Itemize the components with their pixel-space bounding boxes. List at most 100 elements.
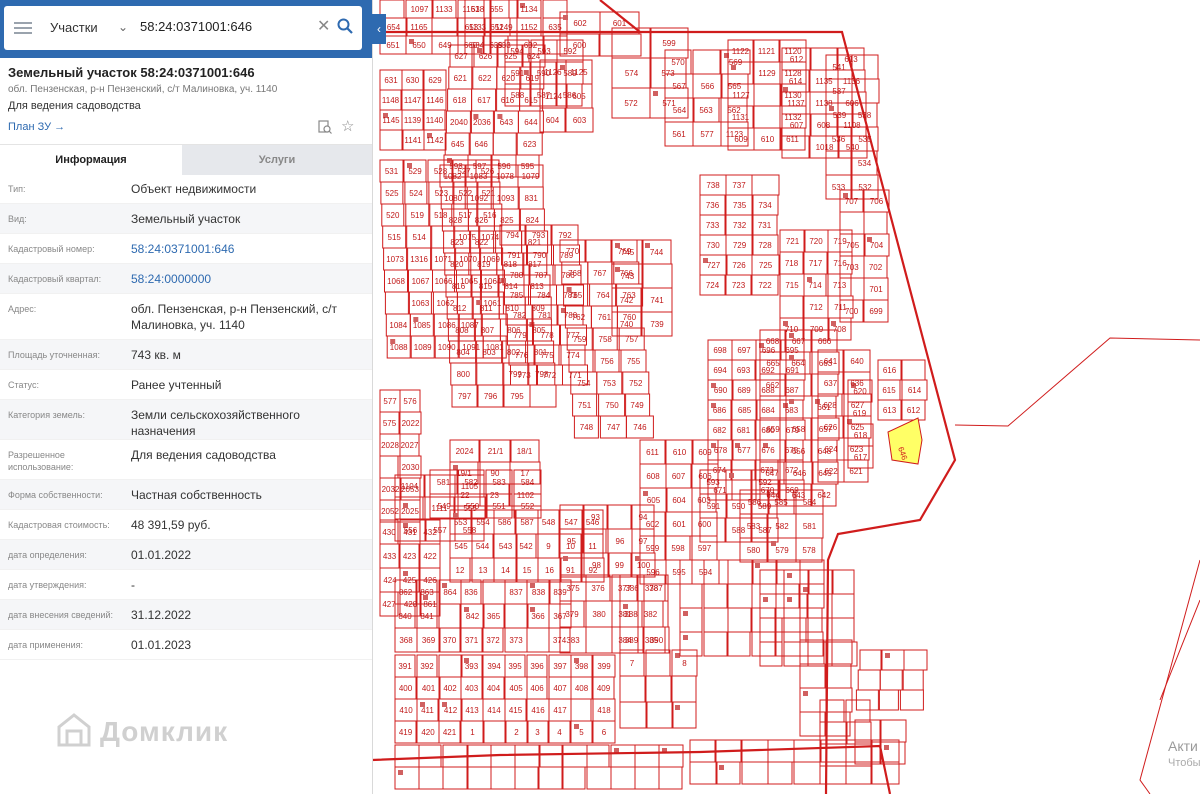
parcel[interactable] [799, 559, 825, 585]
parcel[interactable] [538, 744, 563, 768]
parcel[interactable] [504, 603, 529, 629]
parcel[interactable] [703, 631, 728, 657]
parcel[interactable] [466, 766, 492, 790]
parcel[interactable] [679, 583, 703, 609]
parcel[interactable] [586, 744, 610, 768]
parcel[interactable] [727, 607, 752, 633]
parcel[interactable] [394, 744, 420, 768]
parcel[interactable] [819, 739, 847, 763]
parcel[interactable] [775, 559, 801, 585]
collapse-panel-button[interactable]: ‹ [372, 14, 386, 44]
parcel[interactable] [775, 583, 800, 609]
parcel[interactable] [831, 641, 858, 667]
search-icon[interactable] [337, 18, 353, 34]
parcel[interactable] [671, 675, 697, 703]
parcel[interactable] [799, 711, 826, 737]
parcel[interactable] [418, 744, 442, 768]
parcel[interactable] [863, 211, 888, 235]
parcel[interactable] [727, 631, 751, 657]
parcel[interactable] [585, 239, 612, 263]
parcel[interactable] [825, 663, 852, 689]
parcel[interactable] [825, 639, 853, 665]
parcel[interactable] [783, 641, 809, 667]
parcel[interactable] [799, 639, 825, 665]
parcel[interactable] [899, 689, 924, 711]
parcel[interactable] [793, 739, 822, 763]
parcel[interactable] [775, 607, 801, 633]
parcel[interactable] [903, 649, 928, 671]
parcel[interactable] [753, 83, 782, 107]
chevron-down-icon[interactable]: ⌄ [118, 20, 128, 34]
parcel[interactable] [775, 631, 801, 657]
parcel[interactable] [641, 263, 673, 289]
parcel[interactable] [799, 607, 823, 633]
parcel[interactable] [658, 766, 683, 790]
parcel[interactable] [799, 631, 824, 657]
parcel[interactable] [514, 744, 541, 768]
parcel[interactable] [634, 744, 660, 768]
parcel[interactable] [759, 617, 783, 643]
parcel[interactable] [442, 766, 469, 790]
parcel[interactable] [901, 359, 926, 381]
parcel[interactable] [807, 641, 833, 667]
parcel[interactable] [645, 649, 671, 677]
menu-icon[interactable] [14, 19, 32, 37]
parcel[interactable] [751, 174, 780, 196]
parcel[interactable] [727, 559, 754, 585]
parcel[interactable] [819, 699, 845, 723]
parcel[interactable] [490, 766, 516, 790]
parcel[interactable] [877, 689, 899, 711]
parcel[interactable] [692, 49, 721, 75]
parcel[interactable] [854, 719, 881, 743]
parcel[interactable] [570, 698, 592, 722]
info-row-value[interactable]: 58:24:0000000 [131, 271, 366, 287]
parcel[interactable] [438, 603, 461, 629]
parcel[interactable] [703, 583, 728, 609]
parcel[interactable] [529, 384, 557, 408]
parcel[interactable] [857, 669, 881, 691]
parcel[interactable] [703, 607, 729, 633]
parcel[interactable] [807, 569, 834, 595]
parcel[interactable] [783, 617, 807, 643]
parcel[interactable] [751, 607, 776, 633]
parcel[interactable] [831, 593, 855, 619]
parcel[interactable] [819, 761, 847, 785]
layer-select[interactable]: Участки [50, 20, 98, 35]
parcel[interactable] [751, 631, 776, 657]
parcel[interactable] [538, 766, 563, 790]
parcel[interactable] [514, 766, 539, 790]
parcel[interactable] [379, 129, 404, 151]
parcel[interactable] [482, 720, 507, 744]
parcel[interactable] [619, 675, 646, 703]
parcel[interactable] [526, 627, 550, 653]
parcel[interactable] [880, 719, 907, 743]
parcel[interactable] [831, 569, 855, 595]
document-search-icon[interactable] [318, 120, 332, 134]
parcel[interactable] [879, 669, 904, 691]
parcel[interactable] [845, 739, 873, 763]
tab-information[interactable]: Информация [0, 145, 182, 175]
parcel[interactable] [727, 583, 753, 609]
parcel[interactable] [610, 766, 636, 790]
parcel[interactable] [689, 761, 718, 785]
parcel[interactable] [767, 739, 795, 763]
parcel[interactable] [634, 766, 660, 790]
parcel[interactable] [599, 33, 642, 57]
parcel[interactable] [871, 739, 900, 763]
parcel[interactable] [384, 291, 409, 315]
parcel[interactable] [741, 761, 769, 785]
parcel[interactable] [819, 721, 848, 745]
parcel[interactable] [799, 663, 826, 689]
parcel[interactable] [482, 579, 506, 605]
parcel[interactable] [645, 701, 674, 729]
parcel[interactable] [619, 701, 648, 729]
parcel[interactable] [751, 583, 777, 609]
parcel[interactable] [585, 626, 613, 654]
star-icon[interactable]: ☆ [341, 117, 354, 135]
parcel[interactable] [767, 761, 793, 785]
parcel[interactable] [753, 105, 781, 129]
search-input[interactable] [140, 19, 310, 34]
parcel[interactable] [607, 504, 632, 530]
plan-link[interactable]: План ЗУ → [8, 121, 65, 133]
parcel[interactable] [759, 641, 783, 667]
